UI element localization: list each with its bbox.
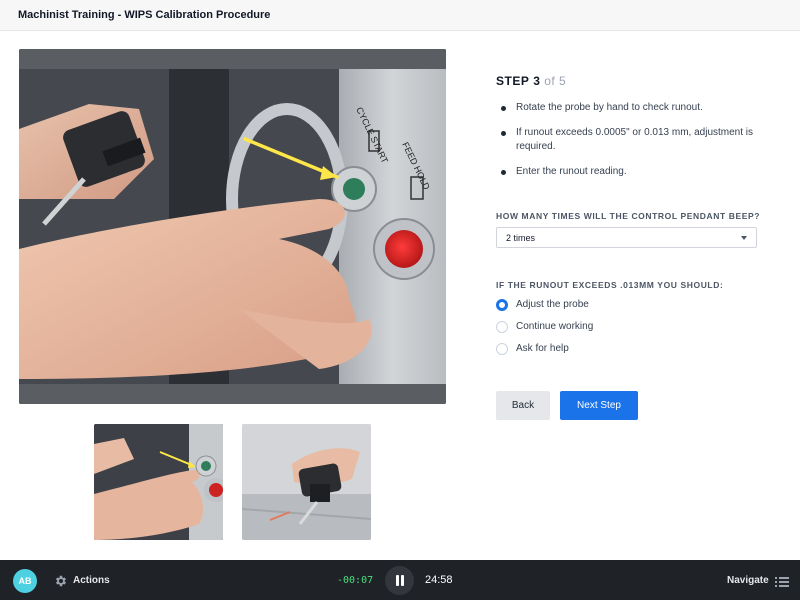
pause-button[interactable] (385, 566, 414, 595)
radio-label: Adjust the probe (516, 299, 589, 310)
radio-unselected-icon[interactable] (496, 343, 508, 355)
radio-selected-icon[interactable] (496, 299, 508, 311)
radio-label: Continue working (516, 321, 594, 332)
gear-icon (55, 575, 67, 587)
question-beep-label: HOW MANY TIMES WILL THE CONTROL PENDANT … (496, 211, 761, 221)
instruction-item: Enter the runout reading. (498, 165, 773, 179)
step-label: STEP (496, 74, 530, 88)
list-icon (775, 577, 789, 587)
actions-label: Actions (73, 575, 110, 586)
header-bar: Machinist Training - WIPS Calibration Pr… (0, 0, 800, 31)
question-runout-label: IF THE RUNOUT EXCEEDS .013MM YOU SHOULD: (496, 280, 724, 290)
thumbnail-probe-photo[interactable] (242, 424, 371, 540)
pause-icon (396, 575, 399, 586)
avatar[interactable]: AB (13, 569, 37, 593)
page-title: Machinist Training - WIPS Calibration Pr… (18, 9, 271, 21)
pause-icon (401, 575, 404, 586)
navigate-label: Navigate (727, 575, 769, 586)
back-button[interactable]: Back (496, 391, 550, 420)
step-heading: STEP 3 of 5 (496, 74, 566, 88)
beep-count-value: 2 times (506, 233, 536, 243)
step-current-number: 3 (533, 74, 541, 88)
beep-count-select[interactable]: 2 times (496, 227, 757, 248)
remaining-time: 24:58 (425, 574, 453, 586)
thumbnail-pendant-photo[interactable] (94, 424, 223, 540)
next-step-button[interactable]: Next Step (560, 391, 638, 420)
elapsed-time: -00:07 (337, 575, 374, 586)
step-total: of 5 (544, 74, 567, 88)
instruction-list: Rotate the probe by hand to check runout… (498, 101, 773, 190)
radio-unselected-icon[interactable] (496, 321, 508, 333)
instruction-item: Rotate the probe by hand to check runout… (498, 101, 773, 115)
caret-down-icon (741, 236, 747, 240)
main-step-photo: CYCLE START FEED HOLD (19, 49, 446, 404)
instruction-item: If runout exceeds 0.0005" or 0.013 mm, a… (498, 126, 773, 154)
radio-label: Ask for help (516, 343, 569, 354)
